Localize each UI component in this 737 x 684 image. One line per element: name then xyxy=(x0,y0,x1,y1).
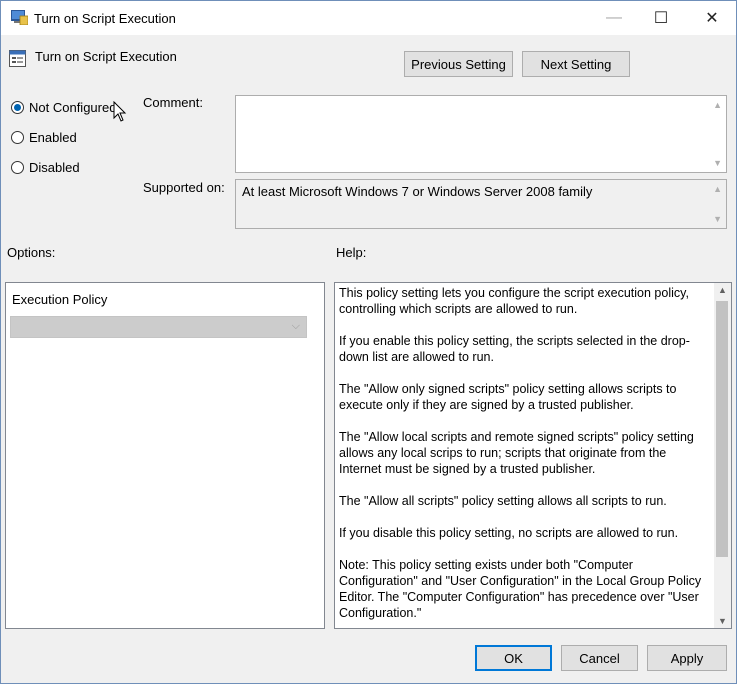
supported-on-label: Supported on: xyxy=(143,180,225,195)
execution-policy-dropdown[interactable]: ⌵ xyxy=(10,316,307,338)
help-scrollbar[interactable]: ▲ ▼ xyxy=(714,283,731,628)
policy-editor-icon xyxy=(11,10,28,25)
window-title: Turn on Script Execution xyxy=(34,11,176,26)
scroll-down-icon[interactable]: ▼ xyxy=(718,616,727,626)
scroll-up-icon[interactable]: ▲ xyxy=(713,100,722,110)
radio-enabled[interactable]: Enabled xyxy=(11,130,77,145)
cancel-button[interactable]: Cancel xyxy=(561,645,638,671)
close-icon: ✕ xyxy=(705,10,719,27)
mouse-cursor-icon xyxy=(113,101,127,122)
previous-setting-button[interactable]: Previous Setting xyxy=(404,51,513,77)
maximize-button[interactable]: ☐ xyxy=(638,1,684,35)
comment-label: Comment: xyxy=(143,95,203,110)
help-paragraph: Note: This policy setting exists under b… xyxy=(339,558,702,620)
apply-button[interactable]: Apply xyxy=(647,645,727,671)
scroll-up-icon[interactable]: ▲ xyxy=(713,184,722,194)
radio-selected-icon xyxy=(11,101,24,114)
minimize-icon: — xyxy=(606,9,622,26)
radio-unselected-icon xyxy=(11,161,24,174)
scroll-down-icon[interactable]: ▼ xyxy=(713,214,722,224)
next-setting-button[interactable]: Next Setting xyxy=(522,51,630,77)
radio-label: Disabled xyxy=(29,160,80,175)
help-paragraph: If you enable this policy setting, the s… xyxy=(339,334,690,364)
scroll-up-icon[interactable]: ▲ xyxy=(718,285,727,295)
scrollbar-thumb[interactable] xyxy=(716,301,728,557)
radio-label: Not Configured xyxy=(29,100,117,115)
help-text: This policy setting lets you configure t… xyxy=(339,285,709,628)
radio-label: Enabled xyxy=(29,130,77,145)
radio-not-configured[interactable]: Not Configured xyxy=(11,100,116,115)
help-paragraph: If you disable this policy setting, no s… xyxy=(339,526,679,540)
close-button[interactable]: ✕ xyxy=(689,1,735,35)
options-panel: Execution Policy ⌵ xyxy=(5,282,325,629)
supported-on-value: At least Microsoft Windows 7 or Windows … xyxy=(242,184,593,199)
help-panel: This policy setting lets you configure t… xyxy=(334,282,732,629)
setting-name: Turn on Script Execution xyxy=(35,49,177,64)
radio-disabled[interactable]: Disabled xyxy=(11,160,80,175)
setting-icon xyxy=(9,50,26,67)
help-paragraph: This policy setting lets you configure t… xyxy=(339,286,689,316)
execution-policy-label: Execution Policy xyxy=(12,292,108,307)
title-bar: Turn on Script Execution — ☐ ✕ xyxy=(1,1,736,35)
minimize-button[interactable]: — xyxy=(591,1,637,35)
radio-unselected-icon xyxy=(11,131,24,144)
maximize-icon: ☐ xyxy=(653,10,669,27)
chevron-down-icon: ⌵ xyxy=(291,320,300,332)
supported-on-field: At least Microsoft Windows 7 or Windows … xyxy=(235,179,727,229)
ok-button[interactable]: OK xyxy=(475,645,552,671)
options-label: Options: xyxy=(7,245,56,260)
comment-textarea[interactable]: ▲ ▼ xyxy=(235,95,727,173)
help-paragraph: The "Allow only signed scripts" policy s… xyxy=(339,382,677,412)
help-paragraph: The "Allow local scripts and remote sign… xyxy=(339,430,694,476)
help-paragraph: The "Allow all scripts" policy setting a… xyxy=(339,494,667,508)
scroll-down-icon[interactable]: ▼ xyxy=(713,158,722,168)
help-label: Help: xyxy=(336,245,367,260)
policy-dialog: Turn on Script Execution — ☐ ✕ Turn on S… xyxy=(0,0,737,684)
